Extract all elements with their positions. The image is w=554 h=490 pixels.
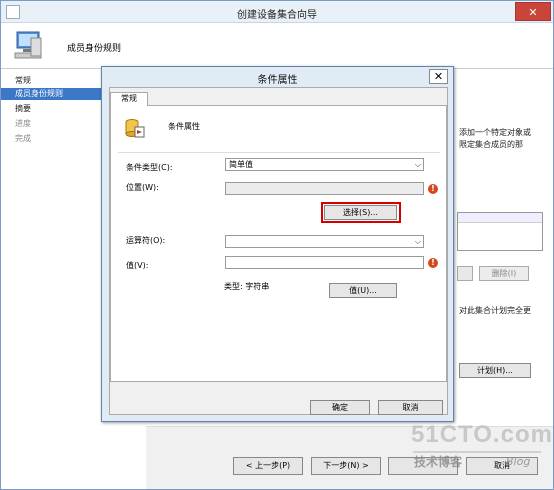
watermark-blog: Blog xyxy=(506,455,531,468)
operator-label: 运算符(O): xyxy=(126,236,166,245)
select-button[interactable]: 选择(S)... xyxy=(324,205,397,220)
type-info: 类型: 字符串 xyxy=(224,282,270,291)
value-label: 值(V): xyxy=(126,261,149,270)
header-title: 成员身份规则 xyxy=(67,44,122,54)
computer-icon xyxy=(14,31,42,59)
nav-item-general[interactable]: 常规 xyxy=(1,75,105,87)
cancel-button[interactable]: 取消 xyxy=(378,400,443,415)
tab-general[interactable]: 常规 xyxy=(110,92,148,106)
location-label: 位置(W): xyxy=(126,183,159,192)
operator-select[interactable]: ⌵ xyxy=(225,235,424,248)
nav-item-membership-rules[interactable]: 成员身份规则 xyxy=(1,88,105,100)
watermark-logo: 51CTO.com xyxy=(411,421,553,448)
wizard-titlebar: 创建设备集合向导 ✕ xyxy=(1,1,553,23)
condition-properties-icon xyxy=(125,119,145,138)
rules-list[interactable] xyxy=(457,212,543,251)
condition-type-select[interactable]: 简单值 ⌵ xyxy=(225,158,424,171)
nav-item-progress: 进度 xyxy=(15,119,31,128)
next-button[interactable]: 下一步(N) > xyxy=(311,457,381,475)
background-text: 对此集合计划完全更 xyxy=(459,306,531,315)
location-field[interactable] xyxy=(225,182,424,195)
wizard-title: 创建设备集合向导 xyxy=(237,10,317,21)
value-field[interactable] xyxy=(225,256,424,269)
condition-type-label: 条件类型(C): xyxy=(126,163,173,172)
edit-button[interactable] xyxy=(457,266,473,281)
divider xyxy=(118,152,440,153)
values-button[interactable]: 值(U)... xyxy=(329,283,397,298)
background-text: 限定集合成员的那 xyxy=(459,140,523,149)
close-icon[interactable]: ✕ xyxy=(515,2,551,21)
previous-button[interactable]: < 上一步(P) xyxy=(233,457,303,475)
dialog-title: 条件属性 xyxy=(257,75,298,86)
section-title: 条件属性 xyxy=(168,122,200,131)
watermark-subtitle: 技术博客 xyxy=(414,455,463,469)
delete-button[interactable]: 删除(I) xyxy=(479,266,529,281)
dialog-close-icon[interactable]: ✕ xyxy=(429,69,448,84)
nav-item-completion: 完成 xyxy=(15,134,31,143)
schedule-button[interactable]: 计划(H)... xyxy=(459,363,531,378)
list-header xyxy=(458,213,542,223)
chevron-down-icon: ⌵ xyxy=(414,160,421,169)
error-icon: ! xyxy=(428,258,438,268)
ok-button[interactable]: 确定 xyxy=(310,400,370,415)
chevron-down-icon: ⌵ xyxy=(414,237,421,246)
wizard-header: 成员身份规则 xyxy=(1,23,553,69)
condition-type-value: 简单值 xyxy=(229,160,253,169)
wizard-nav: 常规 成员身份规则 摘要 进度 完成 xyxy=(1,69,105,489)
nav-item-summary[interactable]: 摘要 xyxy=(1,103,105,115)
error-icon: ! xyxy=(428,184,438,194)
condition-properties-dialog: 条件属性 ✕ 常规 条件属性 条件类型(C): 简单值 ⌵ 位置(W): ! 选… xyxy=(101,66,454,422)
background-text: 添加一个特定对象或 xyxy=(459,128,531,137)
